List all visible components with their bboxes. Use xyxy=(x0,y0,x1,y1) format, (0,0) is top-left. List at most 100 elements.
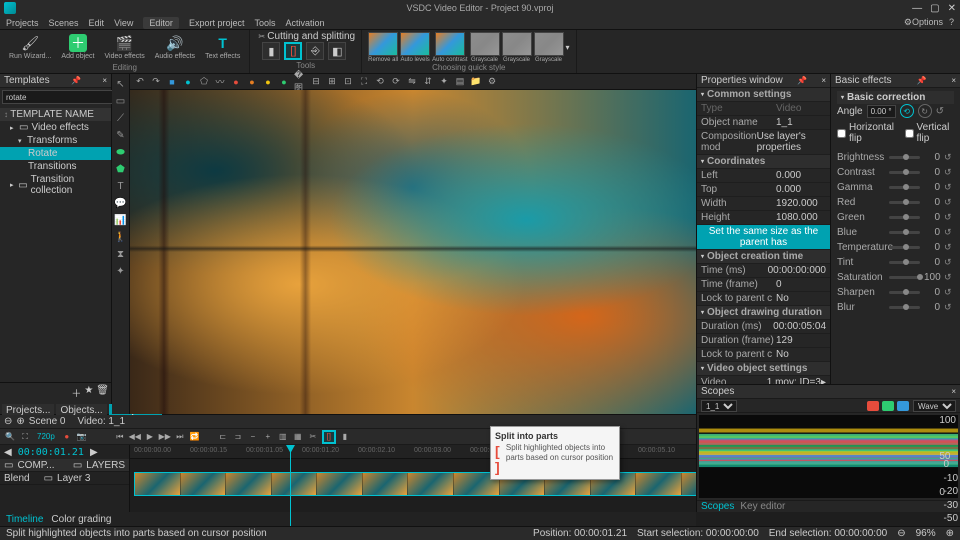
help-icon[interactable]: ? xyxy=(949,17,954,28)
menu-activation[interactable]: Activation xyxy=(285,18,324,28)
slider-blur[interactable] xyxy=(889,306,920,309)
menu-projects[interactable]: Projects xyxy=(6,18,39,28)
rotate-l-icon[interactable]: ⟲ xyxy=(374,76,386,88)
templates-close-icon[interactable]: × xyxy=(102,76,107,85)
circ-icon[interactable]: ● xyxy=(182,76,194,88)
horizontal-flip-checkbox[interactable]: Horizontal flip xyxy=(837,122,897,144)
step-back-icon[interactable]: ◀◀ xyxy=(129,431,141,443)
slider-blue[interactable] xyxy=(889,231,920,234)
person-tool-icon[interactable]: 🚶 xyxy=(114,230,128,244)
green-dot-icon[interactable]: ● xyxy=(278,76,290,88)
scopes-mode-select[interactable]: Wave xyxy=(913,400,956,412)
audio-effects-button[interactable]: 🔊Audio effects xyxy=(152,32,198,62)
folder-icon[interactable]: 📁 xyxy=(470,76,482,88)
menu-view[interactable]: View xyxy=(114,18,133,28)
video-effects-button[interactable]: 🎬Video effects xyxy=(102,32,148,62)
video-preview[interactable] xyxy=(130,90,696,414)
tree-transitions[interactable]: Transitions xyxy=(0,160,111,173)
slider-temperature[interactable] xyxy=(889,246,920,249)
style-grayscale-2[interactable] xyxy=(502,32,532,56)
style-grayscale-1[interactable] xyxy=(470,32,500,56)
gear-icon[interactable]: ⚙ xyxy=(486,76,498,88)
scopes-tab-keyeditor[interactable]: Key editor xyxy=(740,501,785,512)
style-grayscale-3[interactable] xyxy=(534,32,564,56)
reset-0-icon[interactable]: ↺ xyxy=(944,152,954,163)
templates-search-input[interactable] xyxy=(2,90,120,104)
snapshot-icon[interactable]: 📷 xyxy=(76,431,88,443)
reset-8-icon[interactable]: ↺ xyxy=(944,272,954,283)
chart-tool-icon[interactable]: 📊 xyxy=(114,213,128,227)
style-auto-levels[interactable] xyxy=(400,32,430,56)
fx-icon[interactable]: ✦ xyxy=(438,76,450,88)
crop-tool-button[interactable]: ◧ xyxy=(328,42,346,60)
reset-2-icon[interactable]: ↺ xyxy=(944,182,954,193)
slider-green[interactable] xyxy=(889,216,920,219)
tree-video-effects[interactable]: ▸▭ Video effects xyxy=(0,121,111,134)
scope-red-button[interactable] xyxy=(867,401,879,411)
zoom-out-status[interactable]: ⊖ xyxy=(897,528,905,539)
mark-in-icon[interactable]: ⊏ xyxy=(217,431,229,443)
go-start-icon[interactable]: ⏮ xyxy=(114,431,126,443)
close-icon[interactable]: ✕ xyxy=(948,3,956,14)
loop-icon[interactable]: 🔁 xyxy=(189,431,201,443)
bottom-tab-timeline[interactable]: Timeline xyxy=(6,514,43,525)
pen-tool-icon[interactable]: ✎ xyxy=(114,128,128,142)
zoom-in-status[interactable]: ⊕ xyxy=(946,528,954,539)
rect-tool-icon[interactable]: ▭ xyxy=(114,94,128,108)
scene-nav-prev[interactable]: ⊖ xyxy=(4,416,12,427)
tl-next-icon[interactable]: ▶ xyxy=(90,447,98,458)
grid-icon[interactable]: ⊡ xyxy=(342,76,354,88)
align-l-icon[interactable]: �图 xyxy=(294,76,306,88)
reset-3-icon[interactable]: ↺ xyxy=(944,197,954,208)
step-fwd-icon[interactable]: ▶▶ xyxy=(159,431,171,443)
path-icon[interactable]: 〰 xyxy=(214,76,226,88)
text-tool-icon[interactable]: T xyxy=(114,179,128,193)
trim-tool-button[interactable]: ⎆ xyxy=(306,42,324,60)
scopes-tab-scopes[interactable]: Scopes xyxy=(701,501,734,512)
angle-reset-icon[interactable]: ↺ xyxy=(936,106,944,117)
set-parent-size-button[interactable]: Set the same size as the parent has xyxy=(697,225,830,250)
style-auto-contrast[interactable] xyxy=(435,32,465,56)
menu-editor[interactable]: Editor xyxy=(143,17,179,29)
crop-icon[interactable]: ⛶ xyxy=(358,76,370,88)
menu-scenes[interactable]: Scenes xyxy=(49,18,79,28)
flip-v-icon[interactable]: ⇵ xyxy=(422,76,434,88)
ellipse-tool-icon[interactable]: ⬬ xyxy=(114,145,128,159)
scopes-close-icon[interactable]: × xyxy=(951,387,956,396)
split-parts-button[interactable]: [] xyxy=(322,430,336,444)
zoom-tl-in-icon[interactable]: + xyxy=(262,431,274,443)
tl-cut-icon[interactable]: ✂ xyxy=(307,431,319,443)
rotate-ccw-button[interactable]: ⟲ xyxy=(900,104,914,118)
reset-1-icon[interactable]: ↺ xyxy=(944,167,954,178)
slider-red[interactable] xyxy=(889,201,920,204)
add-object-button[interactable]: ＋Add object xyxy=(58,32,97,62)
zoom-tl-out-icon[interactable]: − xyxy=(247,431,259,443)
go-end-icon[interactable]: ⏭ xyxy=(174,431,186,443)
templates-pin-icon[interactable]: 📌 xyxy=(71,76,81,85)
templates-star-button[interactable]: ★ xyxy=(84,385,93,400)
reset-10-icon[interactable]: ↺ xyxy=(944,302,954,313)
red-dot-icon[interactable]: ● xyxy=(230,76,242,88)
shape-tool-icon[interactable]: ⬟ xyxy=(114,162,128,176)
menu-tools[interactable]: Tools xyxy=(254,18,275,28)
reset-5-icon[interactable]: ↺ xyxy=(944,227,954,238)
spray-tool-icon[interactable]: ✦ xyxy=(114,264,128,278)
effects-close-icon[interactable]: × xyxy=(951,76,956,85)
scene-nav-next[interactable]: ⊕ xyxy=(16,416,24,427)
props-pin-icon[interactable]: 📌 xyxy=(797,76,807,85)
slider-saturation[interactable] xyxy=(889,276,920,279)
maximize-icon[interactable]: ▢ xyxy=(930,3,939,14)
tree-transition-collection[interactable]: ▸▭ Transition collection xyxy=(0,173,111,197)
yellow-dot-icon[interactable]: ● xyxy=(262,76,274,88)
slider-contrast[interactable] xyxy=(889,171,920,174)
rotate-r-icon[interactable]: ⟳ xyxy=(390,76,402,88)
playhead[interactable] xyxy=(290,445,291,526)
run-wizard-button[interactable]: 🖌Run Wizard... xyxy=(6,32,54,62)
cursor-tool-icon[interactable]: ↖ xyxy=(114,77,128,91)
layers-icon[interactable]: ▤ xyxy=(454,76,466,88)
counter-tool-icon[interactable]: ⧗ xyxy=(114,247,128,261)
sq-icon[interactable]: ■ xyxy=(166,76,178,88)
scopes-source-select[interactable]: 1_1 xyxy=(701,400,737,412)
redo-icon[interactable]: ↷ xyxy=(150,76,162,88)
rec-icon[interactable]: ● xyxy=(61,431,73,443)
